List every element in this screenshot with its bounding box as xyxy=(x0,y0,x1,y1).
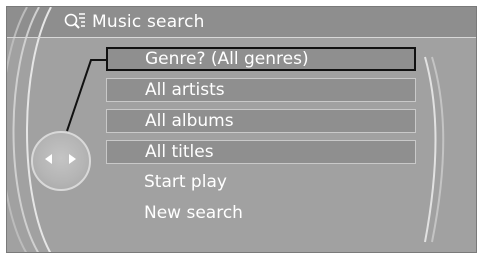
music-search-icon xyxy=(64,13,85,29)
arrow-left-icon xyxy=(45,154,52,164)
page-title: Music search xyxy=(92,12,205,32)
header-divider xyxy=(7,37,476,38)
menu-item-genre[interactable]: Genre? (All genres) xyxy=(106,47,416,71)
page-header: Music search xyxy=(62,10,205,34)
menu-item-all-titles[interactable]: All titles xyxy=(106,140,416,164)
controller-knob-icon[interactable] xyxy=(31,131,91,191)
menu-item-new-search[interactable]: New search xyxy=(106,202,416,226)
menu-item-all-albums[interactable]: All albums xyxy=(106,109,416,133)
music-search-screen: Music search Genre? (All genres) All art… xyxy=(6,6,477,253)
arrow-right-icon xyxy=(69,154,76,164)
menu-item-start-play[interactable]: Start play xyxy=(106,171,416,195)
menu-item-all-artists[interactable]: All artists xyxy=(106,78,416,102)
